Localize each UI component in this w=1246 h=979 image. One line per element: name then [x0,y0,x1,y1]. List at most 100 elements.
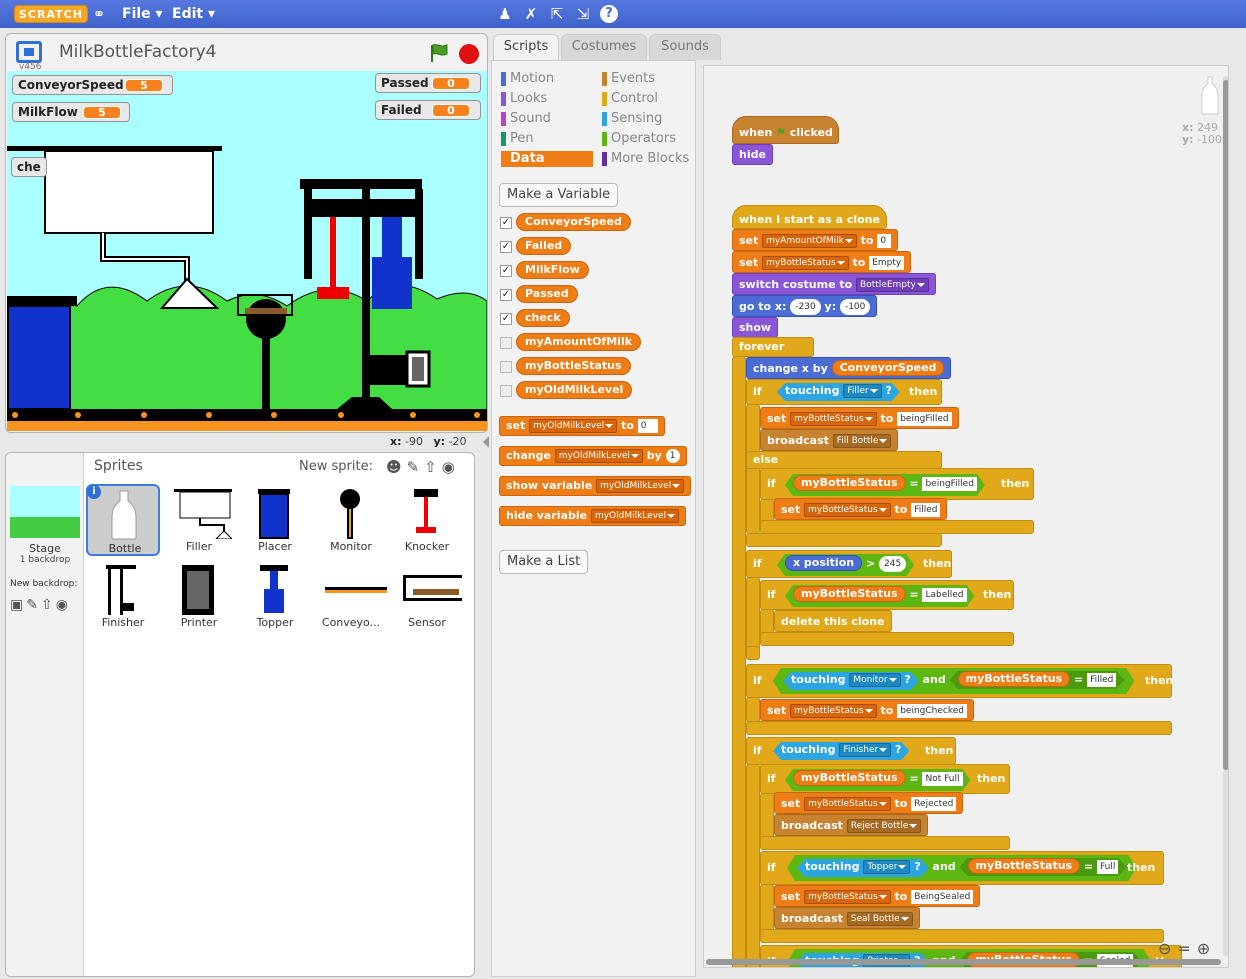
hide-variable-block[interactable]: hide variable myOldMilkLevel [499,506,687,526]
tab-scripts[interactable]: Scripts [493,34,559,60]
sprite-tile-sensor[interactable]: Sensor [390,560,464,632]
zoom-out-icon[interactable]: ⊖ [1158,939,1177,958]
variable-reporter[interactable]: myBottleStatus [793,586,906,602]
duplicate-icon[interactable]: ♟ [496,5,514,23]
when-flag-clicked-block[interactable]: when ⚑ clicked [732,116,839,144]
broadcast-block[interactable]: broadcast Reject Bottle [774,814,929,836]
category-looks[interactable]: Looks [501,91,547,107]
camera-backdrop-icon[interactable]: ◉ [56,597,71,613]
monitor-failed[interactable]: Failed 0 [375,100,481,120]
goto-xy-block[interactable]: go to x: -230 y: -100 [732,295,878,317]
stop-icon[interactable] [459,44,479,64]
sprite-tile-knocker[interactable]: Knocker [390,484,464,556]
var-checkbox[interactable]: ✓ [500,241,512,253]
equals-operator[interactable]: myBottleStatus = Full [960,858,1127,876]
globe-icon[interactable]: ⚭ [90,5,108,23]
and-operator[interactable]: touching Topper ? and myBottleStatus = F… [787,855,1136,881]
help-icon[interactable]: ? [600,5,618,23]
fullscreen-icon[interactable] [16,41,42,63]
var-reporter-passed[interactable]: Passed [516,285,578,303]
set-block[interactable]: set myBottleStatus to Filled [774,498,948,520]
when-clone-start-block[interactable]: when I start as a clone [732,205,887,229]
category-pen[interactable]: Pen [501,131,534,147]
category-operators[interactable]: Operators [602,131,676,147]
variable-dropdown[interactable]: myOldMilkLevel [590,509,680,523]
category-control[interactable]: Control [602,91,658,107]
paint-backdrop-icon[interactable]: ▣ [10,597,26,613]
change-variable-block[interactable]: change myOldMilkLevel by 1 [499,446,687,466]
var-reporter-myamountofmilk[interactable]: myAmountOfMilk [516,333,642,351]
message-dropdown[interactable]: Fill Bottle [832,434,892,448]
sprite-dropdown[interactable]: Topper [863,860,910,874]
category-events[interactable]: Events [602,71,655,87]
if-else-block[interactable]: if touching Filler ? then [746,379,942,405]
value-input[interactable]: 0 [637,419,658,433]
draw-backdrop-icon[interactable]: ✎ [26,597,41,613]
variable-reporter[interactable]: myBottleStatus [793,770,906,786]
sprite-dropdown[interactable]: Finisher [839,743,891,757]
category-motion[interactable]: Motion [501,71,554,87]
value-input[interactable]: beingFilled [897,412,952,426]
tab-costumes[interactable]: Costumes [561,34,647,60]
touching-sensor[interactable]: touching Finisher ? [773,742,909,760]
if-block[interactable]: if touching Topper ? and myBottleStatus =… [760,851,1164,885]
sprite-dropdown[interactable]: Monitor [849,673,900,687]
file-menu[interactable]: File ▾ [122,5,163,23]
costume-dropdown[interactable]: BottleEmpty [856,278,929,292]
stage-canvas[interactable]: ConveyorSpeed 5 MilkFlow 5 Passed 0 Failed 0… [7,71,487,431]
value-input[interactable]: Labelled [922,588,966,602]
stage-thumbnail[interactable] [10,486,80,538]
category-more-blocks[interactable]: More Blocks [602,151,689,167]
variable-dropdown[interactable]: myBottleStatus [804,797,891,811]
var-reporter-failed[interactable]: Failed [516,237,572,255]
greater-operator[interactable]: x position > 245 [777,554,914,576]
equals-operator[interactable]: myBottleStatus = Labelled [785,585,975,607]
category-sensing[interactable]: Sensing [602,111,662,127]
touching-sensor[interactable]: touching Topper ? [797,859,929,877]
monitor-check[interactable]: che [11,157,47,177]
sprite-tile-printer[interactable]: Printer [162,560,236,632]
if-block[interactable]: if myBottleStatus = beingFilled then [760,468,1034,500]
sprite-tile-filler[interactable]: Filler [162,484,236,556]
change-x-block[interactable]: change x by ConveyorSpeed [746,357,952,379]
horizontal-scrollbar[interactable] [706,959,1221,965]
set-block[interactable]: set myBottleStatus to beingChecked [760,699,974,721]
upload-sprite-icon[interactable]: ⇧ [424,458,442,476]
make-list-button[interactable]: Make a List [499,550,589,574]
show-block[interactable]: show [732,317,779,338]
make-variable-button[interactable]: Make a Variable [499,183,619,207]
sprite-tile-monitor[interactable]: Monitor [314,484,388,556]
value-input[interactable]: beingChecked [897,704,967,718]
var-reporter-conveyorspeed[interactable]: ConveyorSpeed [516,213,631,231]
value-input[interactable]: 245 [879,556,906,572]
set-variable-block[interactable]: set myOldMilkLevel to 0 [499,416,665,436]
variable-dropdown[interactable]: myOldMilkLevel [596,479,685,493]
set-block[interactable]: set myBottleStatus to Rejected [774,792,964,814]
category-data[interactable]: Data [501,151,593,167]
value-input[interactable]: Empty [869,256,905,270]
scratch-logo[interactable]: SCRATCH [14,5,88,23]
forever-block[interactable]: forever [732,337,814,357]
sprite-tile-finisher[interactable]: Finisher [86,560,160,632]
if-block[interactable]: if x position > 245 then [746,550,952,578]
zoom-reset-icon[interactable]: = [1177,939,1196,958]
value-input[interactable]: Full [1097,860,1118,874]
delete-clone-block[interactable]: delete this clone [774,610,892,632]
set-block[interactable]: set myBottleStatus to Empty [732,251,912,273]
delete-icon[interactable]: ✗ [522,5,540,23]
var-checkbox[interactable]: ✓ [500,313,512,325]
sprite-tile-placer[interactable]: Placer [238,484,312,556]
variable-reporter[interactable]: ConveyorSpeed [831,360,945,376]
equals-operator[interactable]: myBottleStatus = beingFilled [785,474,985,496]
info-icon[interactable]: i [87,485,101,499]
variable-dropdown[interactable]: myBottleStatus [804,890,891,904]
value-input[interactable]: Filled [1087,673,1116,687]
variable-reporter[interactable]: myBottleStatus [958,671,1071,687]
x-position-reporter[interactable]: x position [785,555,862,571]
set-block[interactable]: set myBottleStatus to beingFilled [760,407,959,429]
show-variable-block[interactable]: show variable myOldMilkLevel [499,476,692,496]
sprite-tile-topper[interactable]: Topper [238,560,312,632]
if-block[interactable]: if touching Finisher ? then [746,737,956,765]
message-dropdown[interactable]: Reject Bottle [846,819,922,833]
monitor-milkflow[interactable]: MilkFlow 5 [12,102,130,122]
